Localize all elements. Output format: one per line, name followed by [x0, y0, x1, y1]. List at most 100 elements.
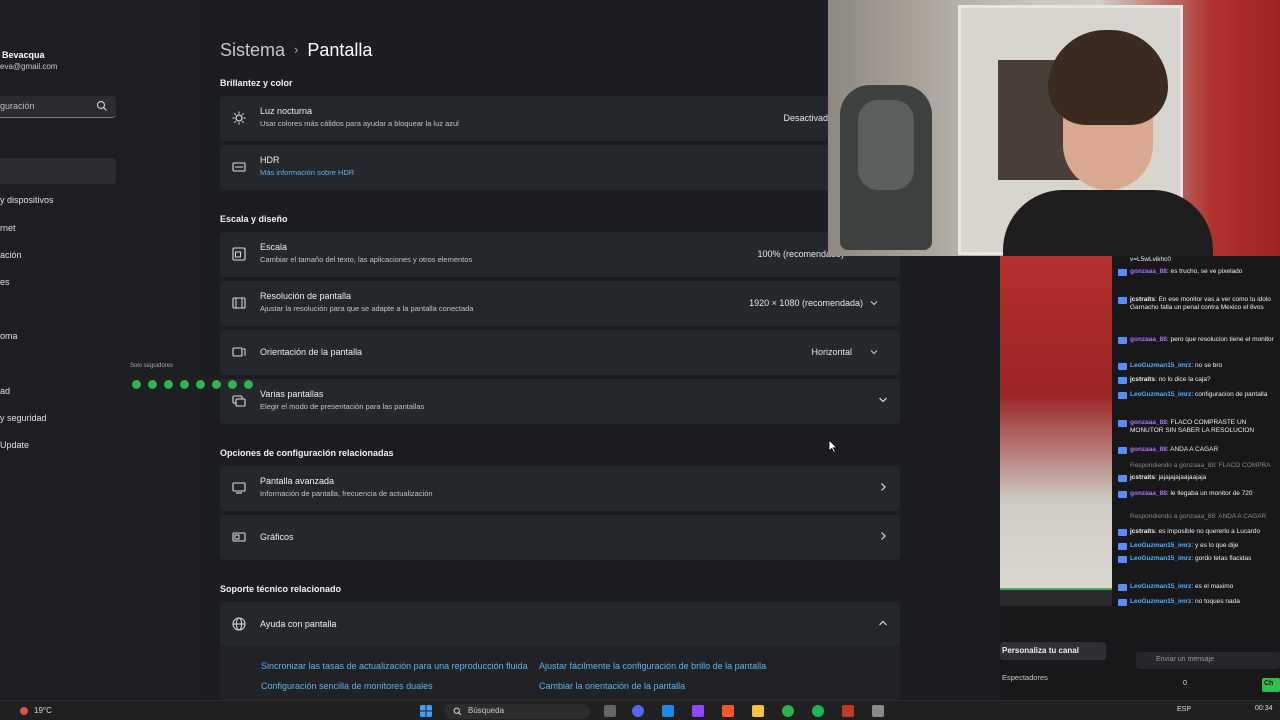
chevron-down-icon[interactable]	[878, 395, 888, 405]
resolution-label: Resolución de pantalla	[260, 291, 352, 301]
streamer-shirt	[1003, 190, 1213, 256]
resolution-card[interactable]: Resolución de pantalla Ajustar la resolu…	[220, 281, 900, 326]
chevron-down-icon	[870, 301, 878, 306]
chat-username[interactable]: gonzaaa_88	[1130, 490, 1167, 497]
help-link-brightness[interactable]: Ajustar fácilmente la configuración de b…	[539, 661, 766, 671]
chat-username[interactable]: gonzaaa_88	[1130, 419, 1167, 426]
chat-badge-icon	[1118, 599, 1127, 606]
chat-username[interactable]: gonzaaa_88	[1130, 446, 1167, 453]
player-controls[interactable]	[1000, 588, 1112, 606]
sidebar-item-idioma[interactable]: oma	[0, 331, 18, 341]
customize-channel-button[interactable]: Personaliza tu canal	[1000, 642, 1106, 660]
chat-username[interactable]: LeoGuzman15_imrz	[1130, 598, 1191, 605]
chat-badge-icon	[1118, 297, 1127, 304]
chat-badge-icon	[1118, 475, 1127, 482]
settings-search-input[interactable]: guración	[0, 96, 116, 118]
chat-badge-icon	[1118, 269, 1127, 276]
discord-icon[interactable]	[632, 705, 644, 717]
windows-start-icon[interactable]	[420, 705, 432, 717]
chat-reply-text: Respondiendo a gonzaaa_88: FLACO COMPRA	[1130, 462, 1271, 469]
monitor-icon	[232, 482, 246, 494]
emote-bar[interactable]	[132, 376, 280, 389]
display-help-card[interactable]: Ayuda con pantalla	[220, 602, 900, 647]
scale-card[interactable]: Escala Cambiar el tamaño del texto, las …	[220, 232, 900, 277]
chat-badge-icon	[1118, 377, 1127, 384]
chat-username[interactable]: gonzaaa_88	[1130, 336, 1167, 343]
brave-icon[interactable]	[722, 705, 734, 717]
customize-channel-label: Personaliza tu canal	[1002, 646, 1079, 655]
chat-username[interactable]: LeoGuzman15_imrz	[1130, 555, 1191, 562]
chat-message: jcstraits: En ese monitor vas a ver como…	[1130, 296, 1280, 312]
section-brightness: Brillantez y color	[220, 78, 293, 88]
file-explorer-icon[interactable]	[752, 705, 764, 717]
help-link-dual-monitors[interactable]: Configuración sencilla de monitores dual…	[261, 681, 433, 691]
chat-panel: v=L5wLvikhc0 gonzaaa_88: es trucho, se v…	[1112, 256, 1280, 634]
sidebar-item-accesibilidad[interactable]: ad	[0, 386, 10, 396]
taskbar-search[interactable]: Búsqueda	[444, 704, 590, 719]
chrome-icon[interactable]	[782, 705, 794, 717]
chat-username[interactable]: LeoGuzman15_imrz	[1130, 542, 1191, 549]
task-view-icon[interactable]	[604, 705, 616, 717]
sidebar-item-windows-update[interactable]: Update	[0, 440, 29, 450]
search-icon	[96, 100, 107, 111]
graphics-card[interactable]: Gráficos	[220, 515, 900, 560]
chat-badge-icon	[1118, 337, 1127, 344]
sidebar-item-aplicaciones[interactable]: es	[0, 277, 10, 287]
help-link-refresh-rate[interactable]: Sincronizar las tasas de actualización p…	[261, 661, 528, 671]
night-light-card[interactable]: Luz nocturna Usar colores más cálidos pa…	[220, 96, 900, 141]
chat-username[interactable]: jcstraits	[1130, 528, 1155, 535]
chat-username[interactable]: LeoGuzman15_imrz	[1130, 391, 1191, 398]
advanced-display-label: Pantalla avanzada	[260, 476, 335, 486]
breadcrumb-sistema[interactable]: Sistema	[220, 40, 285, 60]
obs-icon[interactable]	[842, 705, 854, 717]
twitch-icon[interactable]	[692, 705, 704, 717]
language-indicator[interactable]: ESP	[1177, 706, 1191, 713]
edge-icon[interactable]	[662, 705, 674, 717]
chat-input[interactable]: Enviar un mensaje	[1136, 652, 1280, 669]
chat-username[interactable]: jcstraits	[1130, 376, 1155, 383]
sidebar-item-sistema[interactable]	[0, 158, 116, 184]
sun-icon	[232, 111, 246, 125]
sidebar-item-privacidad[interactable]: y seguridad	[0, 413, 47, 423]
section-support: Soporte técnico relacionado	[220, 584, 342, 594]
breadcrumb-pantalla: Pantalla	[307, 40, 373, 60]
multiple-displays-icon	[232, 395, 246, 407]
chat-badge-icon	[1118, 556, 1127, 563]
weather-temperature[interactable]: 19°C	[34, 706, 52, 715]
weather-icon[interactable]	[18, 705, 30, 717]
multiple-displays-card[interactable]: Varias pantallas Elegir el modo de prese…	[220, 379, 900, 424]
chat-text: jajajajajaajaajaja	[1158, 474, 1207, 481]
settings-app-icon[interactable]	[872, 705, 884, 717]
orientation-card[interactable]: Orientación de la pantalla Horizontal	[220, 330, 900, 375]
chat-username[interactable]: gonzaaa_88	[1130, 268, 1167, 275]
chat-badge-icon	[1118, 447, 1127, 454]
chat-badge-icon	[1118, 584, 1127, 591]
hdr-info-link[interactable]: Más información sobre HDR	[260, 168, 354, 177]
taskbar-clock[interactable]: 00:34	[1255, 705, 1273, 712]
taskbar-search-label: Búsqueda	[468, 706, 505, 715]
chevron-up-icon[interactable]	[878, 618, 888, 628]
sidebar-item-bluetooth[interactable]: y dispositivos	[0, 195, 54, 205]
chat-send-button[interactable]: Ch	[1262, 678, 1280, 692]
orientation-dropdown[interactable]: Horizontal	[811, 347, 852, 357]
spotify-icon[interactable]	[812, 705, 824, 717]
chat-text: le llegaba un monitor de 720	[1170, 490, 1253, 497]
chevron-down-icon	[870, 350, 878, 355]
chat-text: es trucho, se ve pixelado	[1170, 268, 1243, 275]
chat-username[interactable]: jcstraits	[1130, 296, 1155, 303]
chat-username[interactable]: LeoGuzman15_imrz	[1130, 362, 1191, 369]
sidebar-item-internet[interactable]: rnet	[0, 223, 16, 233]
chat-username[interactable]: jcstraits	[1130, 474, 1155, 481]
followers-only-label: Solo seguidores	[130, 363, 174, 369]
chat-reply-text: Respondiendo a gonzaaa_88: ANDA A CAGAR	[1130, 513, 1267, 520]
sidebar-item-personalizacion[interactable]: ación	[0, 250, 22, 260]
display-help-label: Ayuda con pantalla	[260, 619, 337, 629]
multiple-displays-description: Elegir el modo de presentación para las …	[260, 402, 425, 411]
resolution-dropdown[interactable]: 1920 × 1080 (recomendada)	[749, 298, 863, 308]
advanced-display-card[interactable]: Pantalla avanzada Información de pantall…	[220, 466, 900, 511]
chat-input-placeholder: Enviar un mensaje	[1156, 656, 1214, 663]
help-link-orientation[interactable]: Cambiar la orientación de la pantalla	[539, 681, 685, 691]
chat-username[interactable]: LeoGuzman15_imrz	[1130, 583, 1191, 590]
hdr-card[interactable]: HDR Más información sobre HDR	[220, 145, 900, 190]
chat-badge-icon	[1118, 543, 1127, 550]
